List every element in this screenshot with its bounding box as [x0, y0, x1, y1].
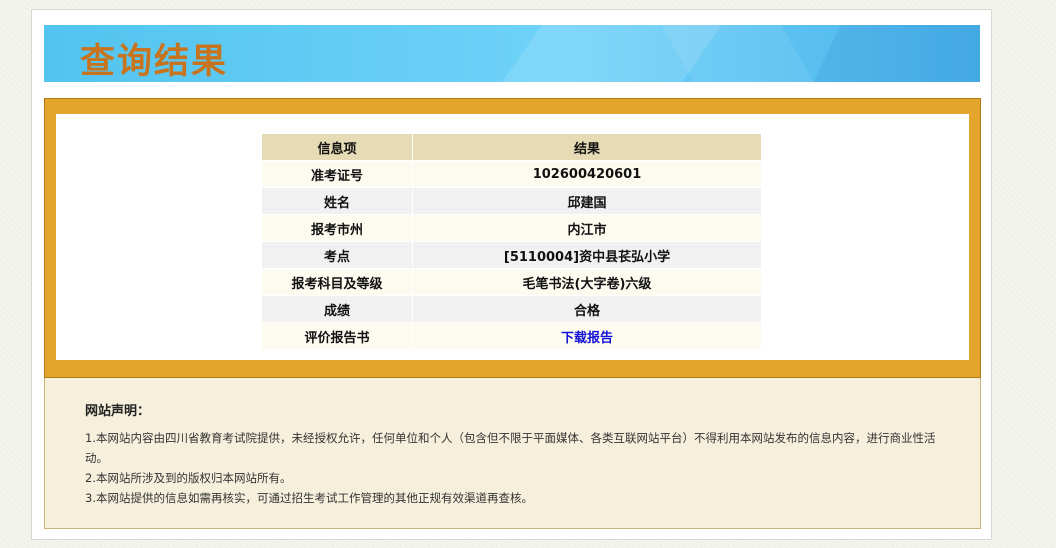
- result-frame: 信息项 结果 准考证号 102600420601 姓名 邱建国 报考市州 内江市…: [44, 98, 981, 378]
- row-label-subject-level: 报考科目及等级: [262, 268, 413, 296]
- notice-line: 3.本网站提供的信息如需再核实，可通过招生考试工作管理的其他正规有效渠道再查核。: [85, 491, 533, 505]
- table-row: 报考市州 内江市: [262, 214, 762, 242]
- row-value-name: 邱建国: [412, 187, 762, 215]
- row-label-report: 评价报告书: [262, 322, 413, 350]
- row-value-city: 内江市: [412, 214, 762, 242]
- row-label-ticket-number: 准考证号: [262, 160, 413, 188]
- row-value-score: 合格: [412, 295, 762, 323]
- row-label-score: 成绩: [262, 295, 413, 323]
- table-row: 报考科目及等级 毛笔书法(大字卷)六级: [262, 268, 762, 296]
- table-header-row: 信息项 结果: [262, 134, 762, 161]
- table-row: 姓名 邱建国: [262, 187, 762, 215]
- row-value-subject-level: 毛笔书法(大字卷)六级: [412, 268, 762, 296]
- notice-line: 2.本网站所涉及到的版权归本网站所有。: [85, 471, 292, 485]
- download-report-link[interactable]: 下载报告: [561, 331, 613, 346]
- row-label-exam-site: 考点: [262, 241, 413, 269]
- row-value-report: 下载报告: [412, 322, 762, 350]
- row-value-ticket-number: 102600420601: [412, 160, 762, 188]
- header-result: 结果: [412, 134, 762, 161]
- notice-heading: 网站声明：: [85, 404, 151, 419]
- row-label-name: 姓名: [262, 187, 413, 215]
- notice-lines: 1.本网站内容由四川省教育考试院提供，未经授权允许，任何单位和个人（包含但不限于…: [85, 428, 945, 508]
- result-panel: 信息项 结果 准考证号 102600420601 姓名 邱建国 报考市州 内江市…: [56, 114, 969, 360]
- row-value-exam-site: [5110004]资中县苌弘小学: [412, 241, 762, 269]
- row-label-city: 报考市州: [262, 214, 413, 242]
- site-notice: 网站声明： 1.本网站内容由四川省教育考试院提供，未经授权允许，任何单位和个人（…: [44, 378, 981, 529]
- table-row: 准考证号 102600420601: [262, 160, 762, 188]
- page-card: 查询结果 信息项 结果 准考证号 102600420601 姓名 邱建国 报考市…: [31, 9, 992, 540]
- notice-line: 1.本网站内容由四川省教育考试院提供，未经授权允许，任何单位和个人（包含但不限于…: [85, 431, 936, 465]
- page-title: 查询结果: [80, 42, 229, 82]
- page-banner: 查询结果: [44, 25, 980, 82]
- result-table: 信息项 结果 准考证号 102600420601 姓名 邱建国 报考市州 内江市…: [262, 134, 762, 350]
- table-row: 成绩 合格: [262, 295, 762, 323]
- table-row: 评价报告书 下载报告: [262, 322, 762, 350]
- table-row: 考点 [5110004]资中县苌弘小学: [262, 241, 762, 269]
- header-info-item: 信息项: [262, 134, 413, 161]
- banner-decoration: [793, 25, 980, 82]
